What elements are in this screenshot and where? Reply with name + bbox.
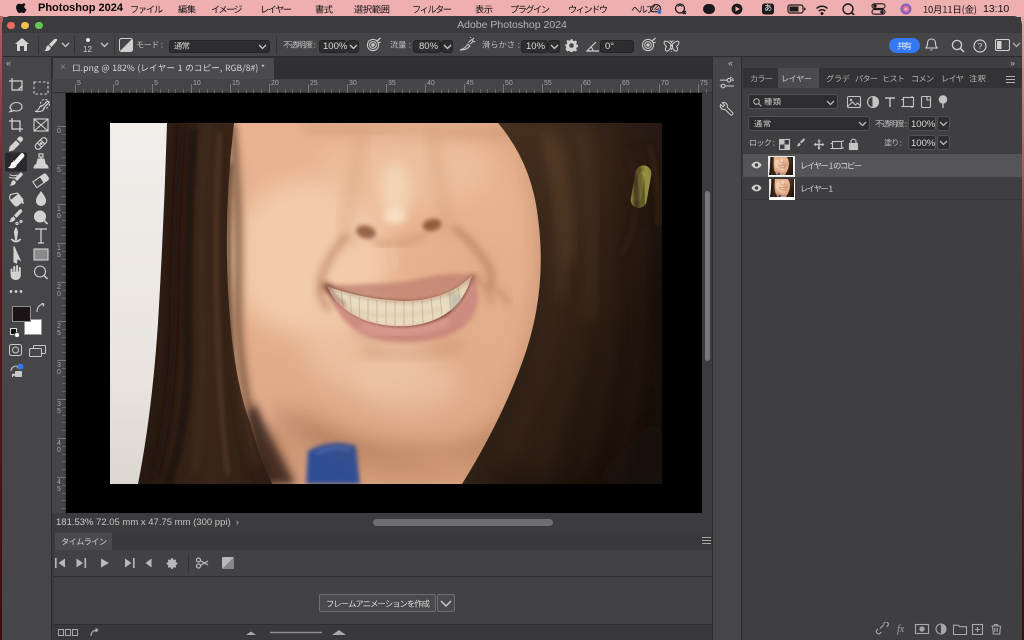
svg-text:?: ? xyxy=(978,41,983,51)
svg-text:fx: fx xyxy=(897,624,905,635)
